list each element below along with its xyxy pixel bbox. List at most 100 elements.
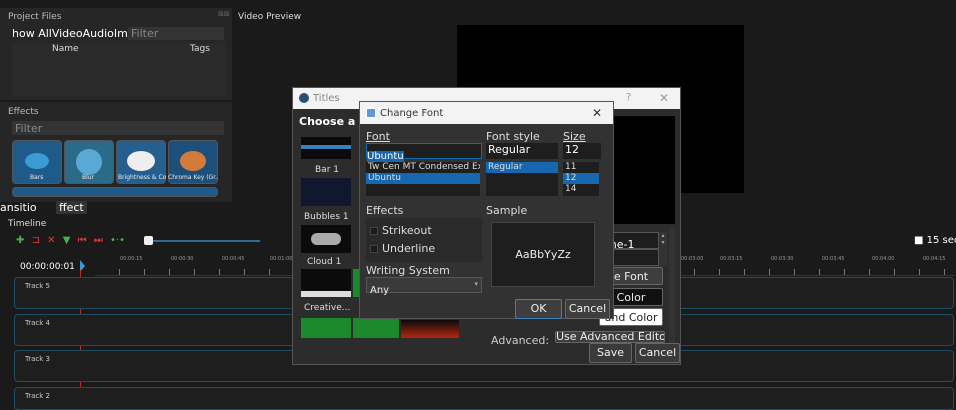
ruler-label: 00:01:00 (270, 256, 293, 262)
template-label: Creative... (304, 303, 351, 313)
ruler-label: 00:03:00 (681, 256, 704, 262)
change-font-close-icon[interactable]: ✕ (592, 106, 602, 120)
effects-group-label: Effects (366, 204, 404, 217)
font-list[interactable]: Tw Cen MT Condensed Extr Ubuntu (366, 162, 480, 196)
titles-dialog-title: Titles (313, 93, 340, 104)
effect-label: Blur (82, 174, 95, 181)
timecode: 00:00:00:01 (20, 262, 75, 272)
ok-button[interactable]: OK (515, 299, 562, 319)
cancel-button[interactable]: Cancel (635, 343, 680, 363)
template-label: Bubbles 1 (304, 212, 349, 222)
panel-float-close-icon[interactable]: ⊠⊠ (218, 10, 230, 18)
effects-title: Effects (8, 107, 39, 117)
ruler-label: 00:00:30 (171, 256, 194, 262)
size-label: Size (563, 130, 586, 143)
template-cloud1-thumbnail[interactable] (301, 225, 351, 253)
advanced-editor-button[interactable]: Use Advanced Editor (555, 331, 665, 343)
effects-panel: Effects Filter Bars Blur Brightness & Co… (0, 102, 232, 202)
font-style-list-item[interactable]: Regular (486, 162, 558, 173)
size-list[interactable]: 11 12 14 (563, 162, 599, 196)
ruler-label: 00:00:45 (222, 256, 245, 262)
change-font-dialog: Change Font ✕ Font Ubuntu Tw Cen MT Cond… (359, 101, 614, 319)
track-label: Track 5 (25, 282, 50, 290)
project-files-title: Project Files (8, 12, 62, 22)
zoom-icon: ■ (914, 235, 927, 246)
size-list-item[interactable]: 11 (563, 162, 599, 173)
effects-group: Strikeout (366, 218, 482, 262)
size-list-item[interactable]: 14 (563, 184, 599, 195)
tags-column-header[interactable]: Tags (190, 44, 210, 54)
sample-label: Sample (486, 204, 528, 217)
properties-scrollbar[interactable] (669, 228, 675, 348)
track-label: Track 2 (25, 392, 50, 400)
underline-checkbox[interactable]: Underline (370, 242, 435, 255)
underline-label: Underline (382, 242, 436, 255)
font-label: Font (366, 130, 390, 143)
jump-start-icon[interactable]: ⏮ (78, 235, 87, 246)
change-font-titlebar: Change Font ✕ (360, 102, 613, 124)
size-input[interactable]: 12 (563, 143, 601, 159)
font-list-item[interactable]: Tw Cen MT Condensed Extr (366, 162, 480, 173)
effects-filter-input[interactable]: Filter (12, 121, 224, 135)
track-label: Track 3 (25, 355, 50, 363)
effects-tab[interactable]: ffect (56, 201, 87, 214)
title-field-spinner[interactable]: ▴ ▾ (659, 232, 667, 266)
ruler-label: 00:04:15 (923, 256, 946, 262)
razor-icon[interactable]: ✕ (47, 235, 55, 246)
name-column-header[interactable]: Name (52, 44, 79, 54)
titles-help-button[interactable]: ? (626, 92, 631, 103)
project-files-panel: Project Files how AllVideoAudioImage Fil… (0, 8, 232, 100)
jump-end-icon[interactable]: ⏭ (94, 235, 103, 246)
effect-label: Brightness & Co... (118, 174, 166, 181)
project-files-filter-tab[interactable]: how AllVideoAudioImage (12, 27, 130, 40)
filter-icon[interactable]: ▼ (63, 235, 71, 246)
effect-label: Chroma Key (Gr... (168, 174, 218, 181)
ruler-label: 00:03:15 (720, 256, 743, 262)
font-name-input[interactable]: Ubuntu (366, 143, 482, 162)
template-bar1-thumbnail[interactable] (301, 137, 351, 159)
font-cancel-button[interactable]: Cancel (565, 299, 610, 319)
template-creative-thumbnail[interactable] (301, 269, 351, 297)
ruler-label: 00:03:45 (822, 256, 845, 262)
track-row[interactable]: Track 2 (14, 387, 954, 410)
effect-label: Bars (30, 174, 44, 181)
sample-preview: AaBbYyZz (491, 222, 595, 287)
writing-system-label: Writing System (366, 264, 450, 277)
save-button[interactable]: Save (589, 343, 632, 363)
ruler-label: 00:03:30 (771, 256, 794, 262)
font-style-list[interactable]: Regular (486, 162, 558, 196)
writing-system-select[interactable]: Any ▾ (366, 277, 482, 296)
project-files-filter-input[interactable]: Filter (128, 27, 224, 40)
template-green-thumbnail[interactable] (353, 318, 399, 338)
template-label: Bar 1 (315, 165, 339, 175)
project-files-list[interactable]: Name Tags (12, 43, 226, 97)
zoom-slider[interactable] (144, 236, 260, 245)
font-style-input[interactable]: Regular (486, 143, 558, 159)
strikeout-checkbox[interactable]: Strikeout (370, 224, 432, 237)
video-preview-title: Video Preview (238, 12, 302, 22)
add-track-icon[interactable]: ✚ (16, 235, 24, 246)
center-icon[interactable]: •‧• (110, 235, 125, 246)
openshot-logo-icon (299, 93, 309, 103)
titles-close-icon[interactable]: ✕ (659, 91, 669, 105)
transitions-tab[interactable]: ansitio (0, 201, 37, 214)
strikeout-label: Strikeout (382, 224, 432, 237)
chevron-down-icon: ▾ (474, 280, 478, 288)
track-label: Track 4 (25, 319, 50, 327)
advanced-label: Advanced: (491, 334, 550, 347)
template-fire-thumbnail[interactable] (401, 320, 459, 338)
font-list-item[interactable]: Ubuntu (366, 173, 480, 184)
template-label: Cloud 1 (307, 257, 342, 267)
change-font-title: Change Font (380, 108, 444, 119)
zoom-level: ■ 15 sec (914, 235, 956, 246)
effect-thumbnail-row2[interactable] (12, 187, 218, 197)
ruler-label: 00:00:15 (120, 256, 143, 262)
timeline-title: Timeline (8, 219, 47, 229)
size-list-item[interactable]: 12 (563, 173, 599, 184)
font-style-label: Font style (486, 130, 540, 143)
template-green-thumbnail[interactable] (301, 318, 351, 338)
template-bubbles1-thumbnail[interactable] (301, 178, 351, 206)
timeline-toolbar: ✚ ⊐ ✕ ▼ ⏮ ⏭ •‧• (16, 235, 125, 246)
snap-icon[interactable]: ⊐ (32, 235, 40, 246)
ruler-label: 00:04:00 (872, 256, 895, 262)
